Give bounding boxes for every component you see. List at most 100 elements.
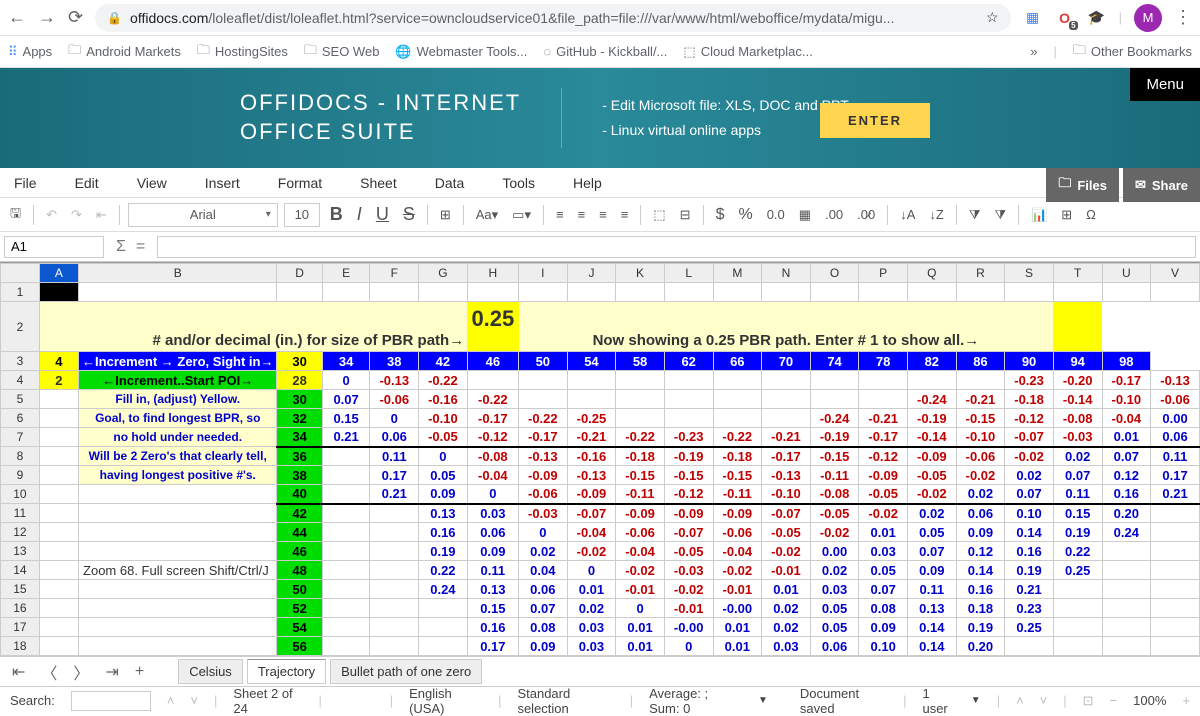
- save-icon[interactable]: 🖫: [6, 202, 25, 228]
- undo-icon[interactable]: ↶: [42, 205, 61, 225]
- menu-view[interactable]: View: [137, 175, 167, 191]
- col-header[interactable]: V: [1151, 264, 1200, 283]
- star-icon[interactable]: ☆: [986, 9, 999, 26]
- align-left-icon[interactable]: ≡: [552, 205, 568, 224]
- indent-icon[interactable]: ⇤: [92, 205, 111, 225]
- apps-button[interactable]: ⠿Apps: [8, 44, 52, 60]
- col-header[interactable]: I: [519, 264, 568, 283]
- equals-icon[interactable]: =: [136, 238, 145, 256]
- border-icon[interactable]: ⊞: [436, 205, 455, 225]
- share-button[interactable]: ✉Share: [1123, 168, 1200, 202]
- user-count[interactable]: 1 user: [922, 686, 954, 716]
- underline-button[interactable]: U: [372, 202, 393, 227]
- col-header[interactable]: E: [322, 264, 370, 283]
- row-header[interactable]: 1: [1, 283, 40, 302]
- row-header[interactable]: 2: [1, 302, 40, 352]
- chart-icon[interactable]: 📊: [1027, 205, 1051, 225]
- tab-celsius[interactable]: Celsius: [178, 659, 243, 684]
- col-header[interactable]: T: [1053, 264, 1102, 283]
- url-bar[interactable]: 🔒 offidocs.com/loleaflet/dist/loleaflet.…: [95, 4, 1011, 32]
- col-header[interactable]: Q: [908, 264, 957, 283]
- zoom-fit-icon[interactable]: ⊡: [1083, 693, 1094, 709]
- menu-edit[interactable]: Edit: [75, 175, 99, 191]
- sum-icon[interactable]: Σ: [116, 238, 126, 256]
- col-header[interactable]: U: [1102, 264, 1151, 283]
- forward-button[interactable]: →: [38, 7, 56, 28]
- cell-reference-input[interactable]: [4, 236, 104, 258]
- font-size-select[interactable]: 10: [284, 203, 320, 227]
- col-header[interactable]: F: [370, 264, 419, 283]
- other-bookmarks[interactable]: 🗀Other Bookmarks: [1073, 41, 1192, 63]
- selection-mode[interactable]: Standard selection: [517, 686, 613, 716]
- bookmarks-overflow[interactable]: »: [1030, 44, 1037, 59]
- menu-tools[interactable]: Tools: [502, 175, 535, 191]
- tab-add-icon[interactable]: +: [129, 663, 150, 681]
- col-header[interactable]: S: [1005, 264, 1054, 283]
- number-icon[interactable]: 0.0: [763, 205, 789, 224]
- bookmark-item[interactable]: 🌐Webmaster Tools...: [395, 44, 527, 60]
- tab-next-icon[interactable]: 〉: [67, 660, 95, 684]
- spreadsheet-grid[interactable]: ABDEFGHIJKLMNOPQRSTUV12# and/or decimal …: [0, 262, 1200, 656]
- col-header[interactable]: R: [956, 264, 1005, 283]
- menu-insert[interactable]: Insert: [205, 175, 240, 191]
- browser-menu-icon[interactable]: ⋮: [1174, 7, 1192, 28]
- files-button[interactable]: 🗀Files: [1046, 168, 1119, 202]
- merge-icon[interactable]: ⊟: [676, 205, 695, 225]
- col-header[interactable]: B: [79, 264, 277, 283]
- back-button[interactable]: ←: [8, 7, 26, 28]
- sort-asc-icon[interactable]: ↓A: [896, 205, 919, 224]
- date-icon[interactable]: ▦: [795, 205, 815, 225]
- sort-desc-icon[interactable]: ↓Z: [925, 205, 947, 224]
- bookmark-folder[interactable]: 🗀SEO Web: [304, 41, 380, 63]
- menu-help[interactable]: Help: [573, 175, 602, 191]
- col-header[interactable]: M: [713, 264, 762, 283]
- align-right-icon[interactable]: ≡: [595, 205, 611, 224]
- wrap-icon[interactable]: ⬚: [649, 205, 669, 225]
- cell[interactable]: [39, 283, 78, 302]
- menu-file[interactable]: File: [14, 175, 37, 191]
- filter2-icon[interactable]: ⧩: [990, 205, 1010, 225]
- reload-button[interactable]: ⟳: [68, 7, 83, 28]
- col-header[interactable]: O: [810, 264, 859, 283]
- col-header[interactable]: J: [567, 264, 616, 283]
- col-header[interactable]: N: [762, 264, 811, 283]
- tab-trajectory[interactable]: Trajectory: [247, 659, 326, 684]
- tab-prev-icon[interactable]: 〈: [35, 660, 63, 684]
- percent-icon[interactable]: %: [734, 204, 756, 226]
- inc-decimal-icon[interactable]: .00: [821, 205, 847, 224]
- ext-icon-opera[interactable]: O5: [1055, 8, 1075, 28]
- function-icon[interactable]: Ω: [1082, 205, 1100, 224]
- corner-cell[interactable]: [1, 264, 40, 283]
- menu-format[interactable]: Format: [278, 175, 322, 191]
- bookmark-folder[interactable]: 🗀HostingSites: [197, 41, 288, 63]
- bookmark-item[interactable]: ⬚Cloud Marketplac...: [683, 44, 812, 60]
- filter-icon[interactable]: ⧩: [965, 205, 985, 225]
- italic-button[interactable]: I: [353, 202, 366, 227]
- formula-input[interactable]: [157, 236, 1196, 258]
- col-header[interactable]: L: [664, 264, 713, 283]
- fill-color-icon[interactable]: ▭▾: [508, 205, 535, 225]
- strike-button[interactable]: S: [399, 202, 419, 227]
- site-menu-button[interactable]: Menu: [1130, 68, 1200, 101]
- tab-first-icon[interactable]: ⇤: [6, 662, 31, 682]
- tab-bullet-path[interactable]: Bullet path of one zero: [330, 659, 482, 684]
- tab-last-icon[interactable]: ⇥: [99, 662, 124, 682]
- ext-icon-grad[interactable]: 🎓: [1087, 8, 1107, 28]
- col-header[interactable]: D: [277, 264, 322, 283]
- font-color-icon[interactable]: Aa▾: [472, 205, 502, 225]
- currency-icon[interactable]: $: [712, 204, 729, 226]
- search-input[interactable]: [71, 691, 151, 711]
- font-family-select[interactable]: Arial: [128, 203, 278, 227]
- redo-icon[interactable]: ↷: [67, 205, 86, 225]
- pivot-icon[interactable]: ⊞: [1057, 205, 1076, 225]
- col-header[interactable]: K: [616, 264, 665, 283]
- profile-avatar[interactable]: M: [1134, 4, 1162, 32]
- menu-data[interactable]: Data: [435, 175, 465, 191]
- enter-button[interactable]: ENTER: [820, 103, 930, 138]
- bookmark-item[interactable]: ◌GitHub - Kickball/...: [543, 44, 667, 59]
- col-header[interactable]: G: [419, 264, 468, 283]
- language-indicator[interactable]: English (USA): [409, 686, 482, 716]
- ext-icon-grid[interactable]: ▦: [1023, 8, 1043, 28]
- align-justify-icon[interactable]: ≡: [617, 205, 633, 224]
- bold-button[interactable]: B: [326, 202, 347, 227]
